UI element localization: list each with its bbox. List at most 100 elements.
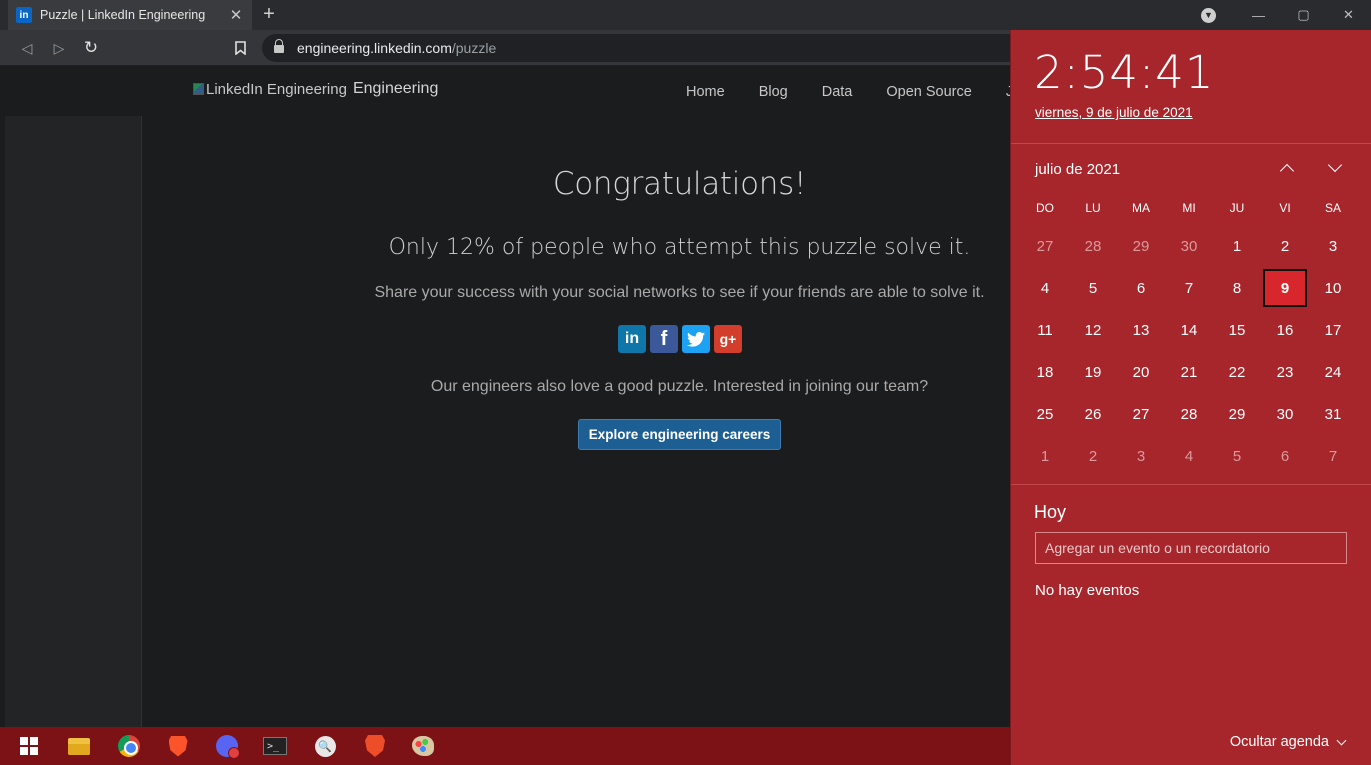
hide-agenda-label: Ocultar agenda xyxy=(1229,734,1329,750)
no-events-text: No hay eventos xyxy=(1035,582,1140,599)
hide-agenda-button[interactable]: Ocultar agenda xyxy=(1229,734,1347,750)
calendar-day[interactable]: 30 xyxy=(1167,227,1211,265)
facebook-share-icon[interactable]: f xyxy=(650,325,678,353)
logo-suffix: Engineering xyxy=(352,80,439,97)
calendar-day[interactable]: 5 xyxy=(1071,269,1115,307)
calendar-day[interactable]: 22 xyxy=(1215,353,1259,391)
tab-close-icon[interactable]: ✕ xyxy=(228,6,244,24)
calendar-day[interactable]: 20 xyxy=(1119,353,1163,391)
calendar-day[interactable]: 30 xyxy=(1263,395,1307,433)
calendar-day[interactable]: 24 xyxy=(1311,353,1355,391)
calendar-day[interactable]: 3 xyxy=(1119,437,1163,475)
add-event-input[interactable] xyxy=(1035,532,1347,564)
calendar-flyout: 2:54:41 viernes, 9 de julio de 2021 juli… xyxy=(1010,30,1371,765)
nav-blog[interactable]: Blog xyxy=(759,84,788,100)
calendar-day[interactable]: 8 xyxy=(1215,269,1259,307)
calendar-day[interactable]: 23 xyxy=(1263,353,1307,391)
browser-menu-icon[interactable]: ▼ xyxy=(1201,7,1216,23)
twitter-share-icon[interactable] xyxy=(682,325,710,353)
chrome-icon[interactable] xyxy=(117,734,141,758)
linkedin-share-icon[interactable]: in xyxy=(618,325,646,353)
calendar-day[interactable]: 17 xyxy=(1311,311,1355,349)
calendar-day[interactable]: 27 xyxy=(1023,227,1067,265)
tab-puzzle[interactable]: in Puzzle | LinkedIn Engineering ✕ xyxy=(8,0,252,30)
maximize-button[interactable]: ▢ xyxy=(1281,7,1326,23)
back-button[interactable]: ◁ xyxy=(16,37,38,59)
calendar-day[interactable]: 1 xyxy=(1023,437,1067,475)
calendar-day[interactable]: 14 xyxy=(1167,311,1211,349)
weekday-label: MI xyxy=(1182,201,1196,215)
calendar-day-today[interactable]: 9 xyxy=(1263,269,1307,307)
tab-strip: in Puzzle | LinkedIn Engineering ✕ + ▼ —… xyxy=(0,0,1371,30)
calendar-day[interactable]: 16 xyxy=(1263,311,1307,349)
search-app-icon[interactable]: 🔍 xyxy=(313,734,337,758)
calendar-day[interactable]: 19 xyxy=(1071,353,1115,391)
nav-data[interactable]: Data xyxy=(822,84,853,100)
nav-open-source[interactable]: Open Source xyxy=(886,84,971,100)
terminal-icon[interactable]: >_ xyxy=(263,734,287,758)
calendar-day[interactable]: 25 xyxy=(1023,395,1067,433)
explore-careers-button[interactable]: Explore engineering careers xyxy=(578,419,781,450)
left-sidebar xyxy=(5,116,142,727)
calendar-day[interactable]: 26 xyxy=(1071,395,1115,433)
tab-title: Puzzle | LinkedIn Engineering xyxy=(40,8,206,22)
previous-month-button[interactable] xyxy=(1273,156,1301,180)
address-bar[interactable]: engineering.linkedin.com/puzzle xyxy=(262,34,1022,62)
calendar-day[interactable]: 27 xyxy=(1119,395,1163,433)
forward-button[interactable]: ▷ xyxy=(48,37,70,59)
calendar-day[interactable]: 5 xyxy=(1215,437,1259,475)
calendar-day[interactable]: 2 xyxy=(1071,437,1115,475)
weekday-label: JU xyxy=(1229,201,1245,215)
divider xyxy=(1011,143,1371,144)
calendar-day[interactable]: 6 xyxy=(1263,437,1307,475)
calendar-day[interactable]: 29 xyxy=(1119,227,1163,265)
new-tab-button[interactable]: + xyxy=(258,3,280,26)
brave-icon[interactable] xyxy=(166,734,190,758)
bookmark-icon[interactable] xyxy=(229,37,251,59)
calendar-day[interactable]: 1 xyxy=(1215,227,1259,265)
calendar-day[interactable]: 29 xyxy=(1215,395,1259,433)
month-label[interactable]: julio de 2021 xyxy=(1035,161,1120,178)
site-logo[interactable]: LinkedIn Engineering Engineering xyxy=(193,80,438,98)
calendar-day[interactable]: 15 xyxy=(1215,311,1259,349)
calendar-day[interactable]: 28 xyxy=(1167,395,1211,433)
calendar-day[interactable]: 10 xyxy=(1311,269,1355,307)
calendar-day[interactable]: 7 xyxy=(1311,437,1355,475)
brave-nightly-icon[interactable] xyxy=(363,734,387,758)
site-nav: Home Blog Data Open Source J xyxy=(686,84,1047,100)
calendar-day[interactable]: 4 xyxy=(1167,437,1211,475)
minimize-button[interactable]: — xyxy=(1236,8,1281,23)
window-controls: ▼ — ▢ ✕ xyxy=(1201,0,1371,30)
calendar-day[interactable]: 7 xyxy=(1167,269,1211,307)
chevron-up-icon xyxy=(1279,163,1295,179)
date-link[interactable]: viernes, 9 de julio de 2021 xyxy=(1035,105,1193,120)
reload-button[interactable]: ↻ xyxy=(80,37,102,59)
calendar-day[interactable]: 2 xyxy=(1263,227,1307,265)
close-window-button[interactable]: ✕ xyxy=(1326,7,1371,23)
nav-home[interactable]: Home xyxy=(686,84,725,100)
calendar-day[interactable]: 6 xyxy=(1119,269,1163,307)
calendar-day[interactable]: 3 xyxy=(1311,227,1355,265)
logo-alt-text: LinkedIn Engineering xyxy=(206,80,347,98)
weekday-label: DO xyxy=(1036,201,1054,215)
next-month-button[interactable] xyxy=(1321,156,1349,180)
file-explorer-icon[interactable] xyxy=(67,734,91,758)
windows-start-icon[interactable] xyxy=(17,734,41,758)
calendar-day[interactable]: 18 xyxy=(1023,353,1067,391)
calendar-day[interactable]: 12 xyxy=(1071,311,1115,349)
calendar-day[interactable]: 31 xyxy=(1311,395,1355,433)
googleplus-share-icon[interactable]: g+ xyxy=(714,325,742,353)
calendar-day[interactable]: 21 xyxy=(1167,353,1211,391)
discord-icon[interactable] xyxy=(215,734,240,759)
url-path: /puzzle xyxy=(451,40,497,56)
weekday-label: VI xyxy=(1279,201,1291,215)
calendar-day[interactable]: 4 xyxy=(1023,269,1067,307)
calendar-day[interactable]: 28 xyxy=(1071,227,1115,265)
broken-image-icon xyxy=(193,83,204,95)
clock-time: 2:54:41 xyxy=(1034,46,1215,99)
calendar-day[interactable]: 13 xyxy=(1119,311,1163,349)
paint-icon[interactable] xyxy=(411,734,435,758)
calendar-day[interactable]: 11 xyxy=(1023,311,1067,349)
url-host: engineering.linkedin.com xyxy=(297,40,452,56)
divider xyxy=(1011,484,1371,485)
